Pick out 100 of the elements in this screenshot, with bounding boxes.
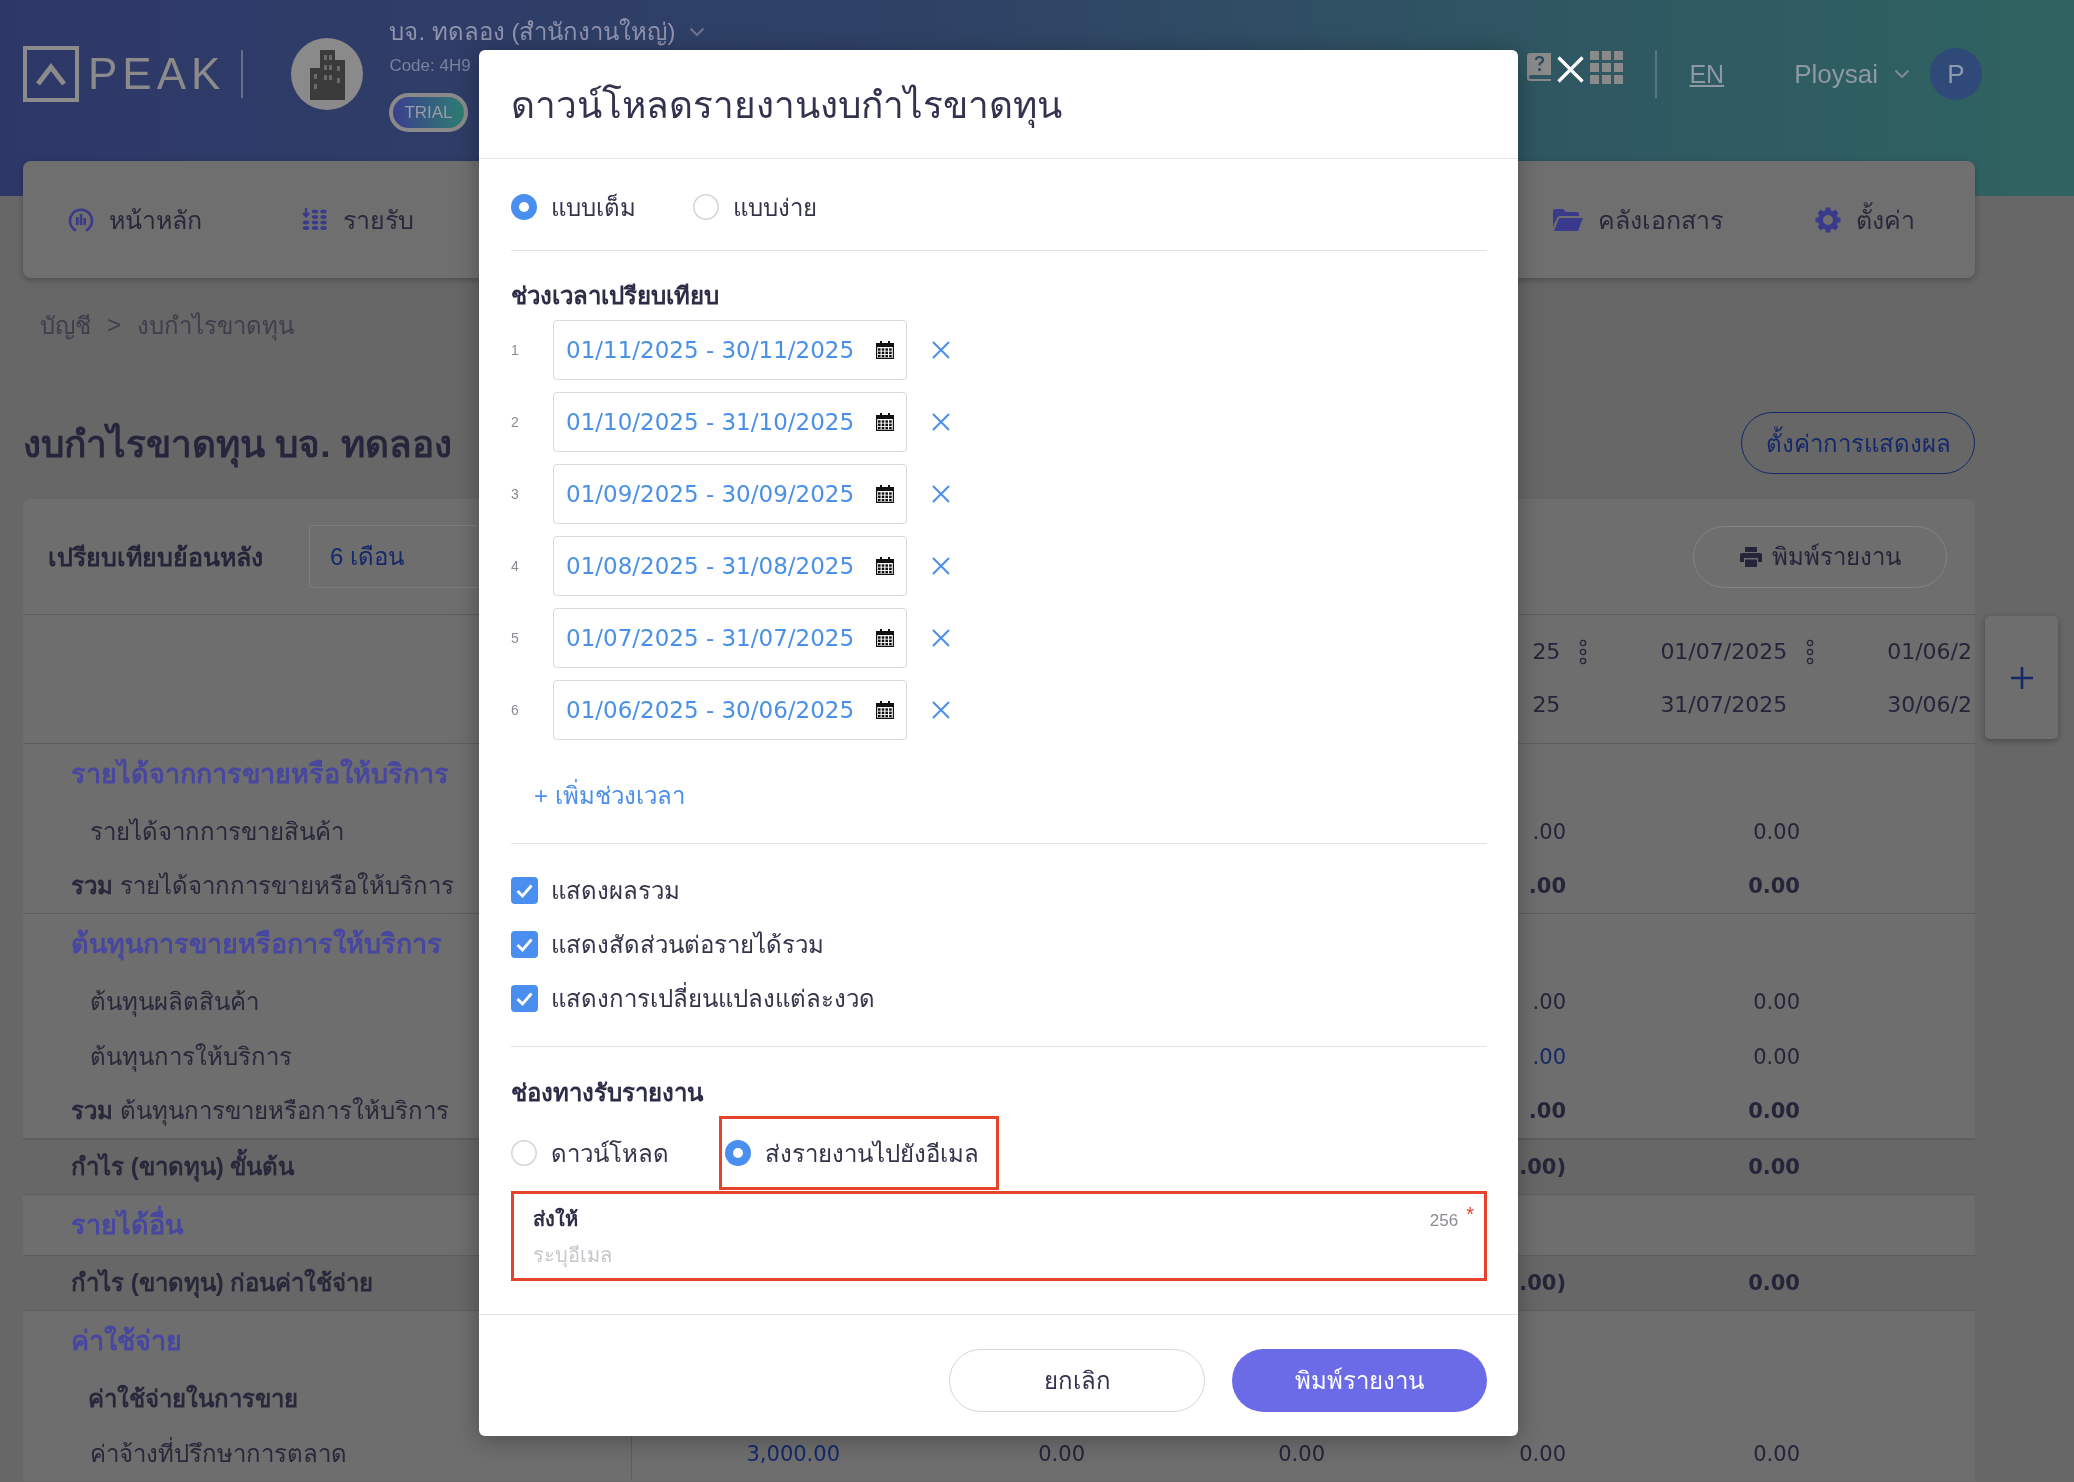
logo-text: PEAK <box>88 52 226 96</box>
row-number: 4 <box>511 558 520 574</box>
column-start-date: 01/06/2 <box>1887 638 1972 666</box>
amount: .00) <box>1519 1270 1566 1297</box>
calendar-icon[interactable] <box>876 413 894 431</box>
settings-icon <box>1815 206 1841 233</box>
radio-button[interactable] <box>511 194 537 220</box>
chevron-down-icon[interactable] <box>689 26 706 37</box>
summary-label: กำไร (ขาดทุน) ขั้นต้น <box>71 1149 295 1185</box>
radio-button[interactable] <box>725 1140 751 1166</box>
amount: 0.00 <box>1753 1043 1800 1071</box>
nav-item[interactable]: ตั้งค่า <box>1815 199 1915 240</box>
modal-title: ดาวน์โหลดรายงานงบกำไรขาดทุน <box>511 83 1062 130</box>
period-select[interactable]: 6 เดือน <box>309 525 477 588</box>
printer-icon <box>1739 546 1762 567</box>
date-range-field[interactable]: 01/07/2025 - 31/07/2025 <box>553 608 907 668</box>
email-input[interactable]: ระบุอีเมล <box>533 1240 1474 1270</box>
account-label: รายได้จากการขายสินค้า <box>90 816 344 847</box>
account-label: ค่าจ้างที่ปรึกษาการตลาด <box>90 1436 347 1469</box>
row-number: 5 <box>511 630 520 646</box>
plus-icon <box>2010 666 2033 689</box>
checkbox[interactable] <box>511 984 538 1012</box>
checkbox-label: แสดงผลรวม <box>551 875 680 906</box>
account-label: ต้นทุนผลิตสินค้า <box>90 986 259 1019</box>
column-end-date: 30/06/2 <box>1887 691 1972 719</box>
amount: 0.00 <box>1748 1154 1800 1181</box>
radio-label: แบบง่าย <box>733 192 817 223</box>
amount: .00) <box>1519 1154 1566 1181</box>
amount: .00 <box>1532 818 1566 846</box>
close-icon[interactable] <box>932 413 950 431</box>
apps-grid-icon[interactable] <box>1590 50 1624 84</box>
building-icon <box>291 38 364 110</box>
add-period-link[interactable]: + เพิ่มช่วงเวลา <box>534 781 685 811</box>
amount: 0.00 <box>1748 1270 1800 1297</box>
column-start-date: 25 <box>1532 638 1561 666</box>
nav-item[interactable]: รายรับ <box>302 199 414 240</box>
date-range-field[interactable]: 01/09/2025 - 30/09/2025 <box>553 464 907 524</box>
amount: 0.00 <box>1753 988 1800 1016</box>
column-start-date: 01/07/2025 <box>1660 638 1788 666</box>
page-title: งบกำไรขาดทุน บจ. ทดลอง <box>23 413 452 473</box>
coins-icon <box>302 206 328 233</box>
date-range-field[interactable]: 01/10/2025 - 31/10/2025 <box>553 392 907 452</box>
calendar-icon[interactable] <box>876 629 894 647</box>
folder-icon <box>1553 207 1583 232</box>
calendar-icon[interactable] <box>876 557 894 575</box>
nav-item[interactable]: คลังเอกสาร <box>1553 199 1723 240</box>
field-label: ส่งให้ <box>533 1206 578 1232</box>
language-link[interactable]: EN <box>1689 59 1725 89</box>
cancel-button[interactable]: ยกเลิก <box>949 1349 1205 1412</box>
amount-link[interactable]: .00 <box>1532 1041 1566 1072</box>
radio-label: ส่งรายงานไปยังอีเมล <box>765 1138 979 1169</box>
close-icon[interactable] <box>932 485 950 503</box>
radio-button[interactable] <box>693 194 719 220</box>
nav-item[interactable]: หน้าหลัก <box>68 199 202 240</box>
kebab-menu-icon[interactable] <box>1578 639 1589 665</box>
logo-mark-icon <box>23 46 79 102</box>
date-range-field[interactable]: 01/06/2025 - 30/06/2025 <box>553 680 907 740</box>
checkbox[interactable] <box>511 930 538 958</box>
date-range-field[interactable]: 01/11/2025 - 30/11/2025 <box>553 320 907 380</box>
print-report-button[interactable]: พิมพ์รายงาน <box>1232 1349 1487 1412</box>
checkbox[interactable] <box>511 876 538 904</box>
amount: 0.00 <box>1753 1440 1800 1468</box>
date-range-field[interactable]: 01/08/2025 - 31/08/2025 <box>553 536 907 596</box>
calendar-icon[interactable] <box>876 485 894 503</box>
amount: 0.00 <box>1519 1440 1566 1468</box>
section-heading: ช่องทางรับรายงาน <box>511 1078 705 1108</box>
close-icon[interactable] <box>932 629 950 647</box>
close-icon[interactable] <box>932 701 950 719</box>
amount: .00 <box>1532 988 1566 1016</box>
amount: .00 <box>1528 1098 1566 1125</box>
kebab-menu-icon[interactable] <box>1805 639 1816 665</box>
amount: 0.00 <box>1748 1098 1800 1125</box>
row-number: 6 <box>511 702 520 718</box>
summary-label: กำไร (ขาดทุน) ก่อนค่าใช้จ่าย <box>71 1267 374 1300</box>
amount: 0.00 <box>1038 1440 1085 1468</box>
section-heading: ช่วงเวลาเปรียบเทียบ <box>511 281 720 311</box>
radio-button[interactable] <box>511 1140 537 1166</box>
amount: 0.00 <box>1748 873 1800 900</box>
calendar-icon[interactable] <box>876 341 894 359</box>
close-icon[interactable] <box>932 557 950 575</box>
calendar-icon[interactable] <box>876 701 894 719</box>
user-name[interactable]: Ploysai <box>1794 58 1878 90</box>
close-icon[interactable] <box>932 341 950 359</box>
amount: .00 <box>1528 873 1566 900</box>
row-number: 3 <box>511 486 520 502</box>
chevron-down-icon[interactable] <box>1894 69 1910 79</box>
amount-link[interactable]: 3,000.00 <box>746 1438 840 1469</box>
radio-label: แบบเต็ม <box>551 192 636 223</box>
user-avatar[interactable]: P <box>1930 48 1982 100</box>
company-name[interactable]: บจ. ทดลอง (สำนักงานใหญ่) <box>389 16 676 47</box>
account-label: ต้นทุนการให้บริการ <box>90 1041 292 1074</box>
required-mark: * <box>1466 1204 1474 1224</box>
group-heading: ค่าใช้จ่ายในการขาย <box>88 1383 298 1414</box>
breadcrumb-separator: > <box>107 311 121 339</box>
checkbox-label: แสดงสัดส่วนต่อรายได้รวม <box>551 929 824 960</box>
row-number: 1 <box>511 342 520 358</box>
email-field[interactable]: ส่งให้ 256 * ระบุอีเมล <box>511 1191 1487 1281</box>
compare-label: เปรียบเทียบย้อนหลัง <box>48 541 263 573</box>
column-end-date: 25 <box>1532 691 1561 719</box>
amount: 0.00 <box>1278 1440 1325 1468</box>
